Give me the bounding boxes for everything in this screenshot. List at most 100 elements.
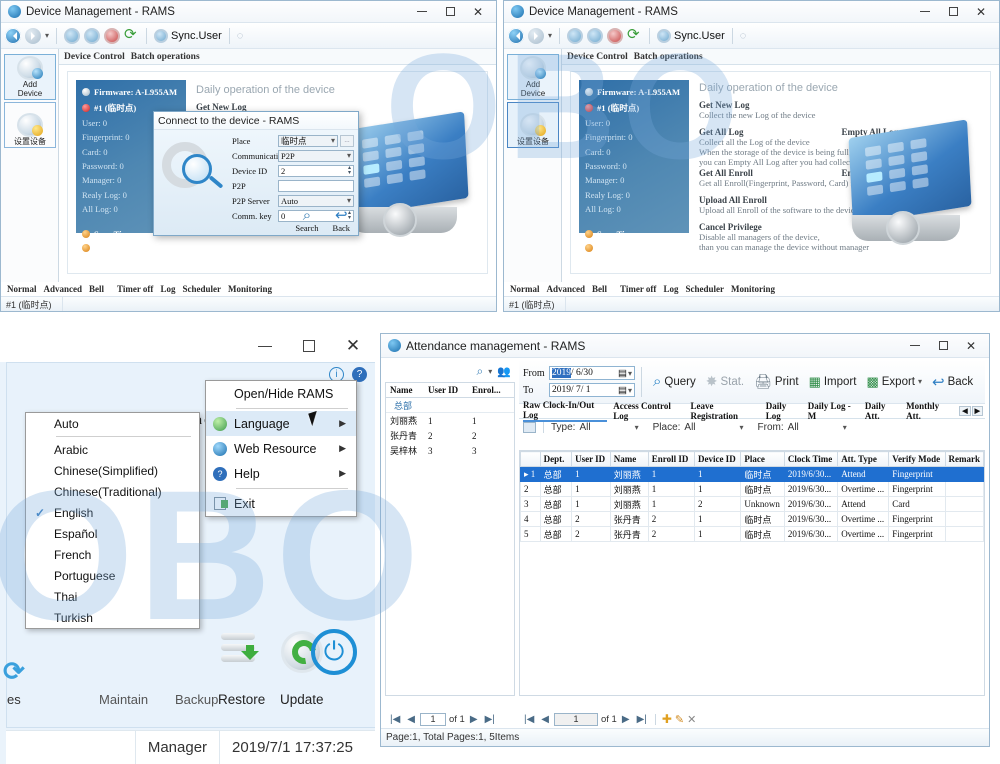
- tab-daily-att[interactable]: Daily Att.: [865, 401, 900, 421]
- tab-advanced[interactable]: Advanced: [44, 284, 83, 294]
- find-device-icon[interactable]: [84, 27, 101, 44]
- column-header-clock-time[interactable]: Clock Time: [783, 451, 839, 467]
- power-button[interactable]: ⏻: [311, 629, 357, 675]
- add-row-icon[interactable]: ✚: [662, 712, 672, 726]
- back-button[interactable]: ↩ Back: [333, 209, 350, 234]
- first-page-icon[interactable]: |◀: [522, 714, 536, 725]
- operation-heading[interactable]: Get All Log: [699, 127, 842, 137]
- menu-item-open-hide-rams[interactable]: Open/Hide RAMS: [206, 381, 356, 406]
- sidebar[interactable]: Add Device 设置设备: [504, 49, 562, 282]
- language-item-thai[interactable]: Thai: [26, 586, 199, 607]
- sync-user-button[interactable]: Sync.User: [657, 28, 725, 43]
- minimize-button[interactable]: [911, 2, 939, 22]
- maximize-button[interactable]: [929, 336, 957, 356]
- tab-log[interactable]: Log: [663, 284, 678, 294]
- operation-heading[interactable]: Cancel Privilege: [699, 222, 762, 232]
- filter-from-value[interactable]: All: [788, 422, 799, 433]
- maximize-button[interactable]: [436, 2, 464, 22]
- tab-monitoring[interactable]: Monitoring: [228, 284, 272, 294]
- attendance-toolbar[interactable]: From 2019 / 6/30 ▤ ▾ To 2019/ 7/ 1 ▤ ▾ ⌕…: [519, 360, 985, 404]
- browse-button[interactable]: ...: [340, 134, 354, 147]
- back-button[interactable]: ↩ Back: [927, 373, 978, 391]
- print-button[interactable]: 🖨 Print: [749, 373, 803, 390]
- delete-row-icon[interactable]: ✕: [687, 713, 696, 726]
- tab-log[interactable]: Log: [160, 284, 175, 294]
- language-item-espanol[interactable]: Español: [26, 523, 199, 544]
- turn-off-device-action[interactable]: Turn off device: [585, 241, 683, 255]
- add-device-icon[interactable]: [567, 27, 584, 44]
- find-device-icon[interactable]: [587, 27, 604, 44]
- menu-item-exit[interactable]: Exit: [206, 491, 356, 516]
- language-item-english[interactable]: ✓ English: [26, 502, 199, 523]
- column-header-att-type[interactable]: Att. Type: [837, 451, 890, 467]
- tab-normal[interactable]: Normal: [510, 284, 540, 294]
- turn-off-device-action[interactable]: Turn off device: [82, 241, 180, 255]
- field-p2p[interactable]: P2P: [232, 179, 354, 192]
- table-row[interactable]: 5 总部 2 张丹青 2 1 临时点 2019/6/30... Overtime…: [520, 526, 984, 542]
- tab-scheduler[interactable]: Scheduler: [182, 284, 221, 294]
- spinner-icon[interactable]: ▴ ▾: [348, 165, 351, 176]
- window-attendance-management[interactable]: Attendance management - RAMS ✕ ⌕ ▾ 👥 Nam…: [380, 333, 990, 747]
- window-device-management-left[interactable]: Device Management - RAMS ✕ ▾ ⟳ Sync.User…: [0, 0, 497, 312]
- list-item[interactable]: 刘丽燕 1 1: [386, 413, 514, 428]
- column-header-name[interactable]: Name: [609, 451, 649, 467]
- language-submenu[interactable]: Auto Arabic Chinese(Simplified) Chinese(…: [25, 412, 200, 629]
- table-row[interactable]: 4 总部 2 张丹青 2 1 临时点 2019/6/30... Overtime…: [520, 511, 984, 527]
- tab-scheduler[interactable]: Scheduler: [685, 284, 724, 294]
- tab-normal[interactable]: Normal: [7, 284, 37, 294]
- icon-label-maintain[interactable]: Maintain: [99, 692, 148, 707]
- calendar-icon[interactable]: ▤ ▾: [618, 368, 632, 379]
- language-item-turkish[interactable]: Turkish: [26, 607, 199, 628]
- log-tabs[interactable]: Raw Clock-In/Out Log Access Control Log …: [519, 400, 985, 422]
- close-button[interactable]: ✕: [464, 2, 492, 22]
- log-grid[interactable]: Dept. User ID Name Enroll ID Device ID P…: [520, 451, 984, 542]
- list-item[interactable]: 张丹青 2 2: [386, 428, 514, 443]
- last-page-icon[interactable]: ▶|: [483, 714, 497, 725]
- first-page-icon[interactable]: |◀: [388, 714, 402, 725]
- operation-heading[interactable]: Get All Enroll: [699, 168, 842, 178]
- operation-heading[interactable]: Get New Log: [699, 100, 750, 110]
- column-header-place[interactable]: Place: [740, 451, 785, 467]
- query-button[interactable]: ⌕ Query: [648, 373, 701, 390]
- table-row[interactable]: 3 总部 1 刘丽燕 1 2 Unknown 2019/6/30... Atte…: [520, 496, 984, 512]
- filter-bar[interactable]: Type: All ▾ Place: All ▾ From: All ▾: [519, 419, 985, 435]
- tab-bell[interactable]: Bell: [89, 284, 104, 294]
- bottom-tabs[interactable]: Normal Advanced Bell Timer off Log Sched…: [1, 282, 496, 296]
- forward-icon[interactable]: [528, 27, 544, 44]
- chevron-down-icon[interactable]: ▾: [635, 423, 639, 432]
- column-header-verify-mode[interactable]: Verify Mode: [888, 451, 946, 467]
- table-row[interactable]: 2 总部 1 刘丽燕 1 1 临时点 2019/6/30... Overtime…: [520, 481, 984, 497]
- column-header-remark[interactable]: Remark: [944, 451, 984, 467]
- menu-item-help[interactable]: ? Help ▶: [206, 461, 356, 486]
- log-grid-container[interactable]: Dept. User ID Name Enroll ID Device ID P…: [519, 450, 985, 696]
- chevron-down-icon[interactable]: ▾: [45, 31, 49, 40]
- menu-item-language[interactable]: Language ▶: [206, 411, 356, 436]
- delete-device-icon[interactable]: [104, 27, 121, 44]
- window-device-management-menu[interactable]: ✕ i ? Device Management ⟳ es Maintain Ba…: [0, 330, 375, 764]
- restore-icon[interactable]: [219, 633, 261, 675]
- person-pager[interactable]: |◀ ◀ 1 of 1 ▶ ▶|: [385, 710, 515, 728]
- sidebar-item-configure-device[interactable]: 设置设备: [507, 102, 559, 148]
- tab-bell[interactable]: Bell: [592, 284, 607, 294]
- forward-icon[interactable]: [25, 27, 41, 44]
- tabs-scroll-right-icon[interactable]: ▶: [971, 406, 983, 416]
- operation-heading[interactable]: Upload All Enroll: [699, 195, 767, 205]
- date-from-row[interactable]: From 2019 / 6/30 ▤ ▾: [523, 366, 635, 380]
- connect-device-dialog[interactable]: Connect to the device - RAMS Place 临时点 ▾…: [153, 111, 359, 236]
- table-row[interactable]: ▸ 1 总部 1 刘丽燕 1 1 临时点 2019/6/30... Attend…: [520, 466, 984, 482]
- chevron-down-icon[interactable]: ▾: [347, 151, 351, 160]
- column-header-user-id[interactable]: User ID: [571, 451, 611, 467]
- chevron-down-icon[interactable]: ▾: [918, 377, 922, 386]
- list-item[interactable]: 吴梓林 3 3: [386, 443, 514, 458]
- search-icon[interactable]: ⌕: [477, 364, 484, 379]
- last-page-icon[interactable]: ▶|: [635, 714, 649, 725]
- language-item-arabic[interactable]: Arabic: [26, 439, 199, 460]
- chevron-down-icon[interactable]: ▾: [548, 31, 552, 40]
- refresh-icon[interactable]: ⟳: [124, 27, 139, 43]
- minimize-button[interactable]: [901, 336, 929, 356]
- minimize-button[interactable]: [243, 331, 287, 361]
- bottom-tabs[interactable]: Normal Advanced Bell Timer off Log Sched…: [504, 282, 999, 296]
- date-to-input[interactable]: 2019/ 7/ 1 ▤ ▾: [549, 383, 635, 397]
- group-row[interactable]: 总部: [386, 398, 514, 413]
- delete-device-icon[interactable]: [607, 27, 624, 44]
